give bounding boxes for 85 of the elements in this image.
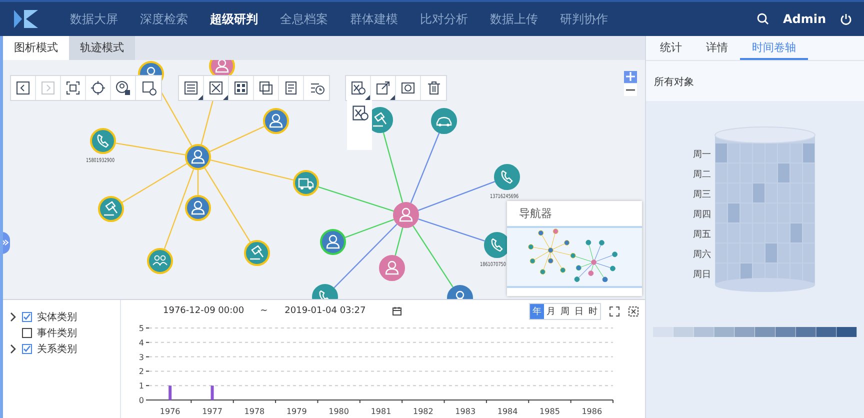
crosshair-icon [90,80,106,96]
export-icon [375,80,391,96]
x-tick-label: 1980 [328,407,349,416]
y-tick-label: 3 [138,352,144,362]
logo-icon [12,8,40,30]
frame-select-icon [65,80,81,96]
day-label: 周日 [693,270,711,280]
day-label: 周三 [693,190,711,200]
bar [210,386,214,400]
filter-label: 事件类别 [37,326,77,340]
x-tick-label: 1982 [413,407,434,416]
end-date[interactable]: 2019-01-04 03:27 [284,306,366,316]
device-add-icon [140,80,156,96]
time-unit-tab[interactable]: 时 [586,304,600,318]
x-tick-label: 1976 [160,407,180,416]
zoom-out-button[interactable] [624,84,637,96]
spreadsheet-icon [350,80,366,96]
start-date[interactable]: 1976-12-09 00:00 [163,306,244,316]
checkbox[interactable] [22,312,32,322]
caret-icon[interactable] [9,344,17,354]
section-title: 所有对象 [653,76,695,90]
y-tick-label: 4 [138,338,144,348]
spreadsheet-icon [350,104,368,122]
document-icon [283,80,299,96]
filter-label: 关系类别 [37,342,77,356]
filter-label: 实体类别 [37,310,77,324]
day-label: 周五 [693,230,711,240]
expand-handle[interactable] [3,232,10,254]
checkbox[interactable] [22,344,32,354]
day-label: 周二 [693,170,711,180]
bar [168,386,172,400]
nav-item[interactable]: 群体建模 [350,10,398,28]
nav-item[interactable]: 数据上传 [490,10,538,28]
x-tick-label: 1977 [202,407,222,416]
chevrons-icon [3,239,8,246]
x-tick-label: 1981 [370,407,392,416]
back-icon [15,80,31,96]
trash-icon [426,80,442,96]
day-label: 周六 [693,250,711,260]
panel-tab[interactable]: 详情 [694,36,740,60]
layers-icon [258,80,274,96]
checkmark-icon [23,344,31,352]
expand-icon [208,80,224,96]
search-icon[interactable] [756,13,769,25]
grid-icon [233,80,249,96]
y-tick-label: 2 [138,367,144,376]
range-separator: ~ [260,306,268,316]
fullscreen-icon[interactable] [609,306,620,316]
edge-line [197,170,199,195]
checkmark-icon [23,312,31,320]
power-icon[interactable] [840,13,852,25]
plus-icon [626,72,635,82]
x-tick-label: 1985 [540,407,560,416]
navigator-title: 导航器 [518,206,553,222]
nav-item[interactable]: 比对分析 [420,10,468,28]
y-tick-label: 1 [138,382,144,391]
list-icon [183,80,199,96]
y-tick-label: 5 [138,324,144,333]
calendar-icon[interactable] [392,306,402,316]
day-label: 周一 [693,150,711,160]
day-label: 周四 [693,210,711,220]
x-tick-label: 1978 [244,407,265,416]
x-tick-label: 1986 [582,407,602,416]
nav-item[interactable]: 全息档案 [280,10,328,28]
minus-icon [626,88,635,92]
mode-tab[interactable]: 轨迹模式 [69,36,135,60]
time-unit-tab[interactable]: 年 [530,304,544,318]
menu-item[interactable] [350,104,368,122]
panel-tab[interactable]: 统计 [648,36,694,60]
x-tick-label: 1983 [455,407,476,416]
checkbox[interactable] [22,328,32,338]
x-tick-label: 1979 [286,407,307,416]
nav-item[interactable]: 研判协作 [560,10,608,28]
user-name[interactable]: Admin [782,12,826,26]
camera-icon [400,80,416,96]
close-icon[interactable] [628,306,639,316]
nav-item[interactable]: 超级研判 [210,10,258,28]
forward-icon [40,80,56,96]
x-tick-label: 1984 [497,407,518,416]
mode-tab[interactable]: 图析模式 [3,36,69,60]
user-badge-icon [115,80,131,96]
y-tick-label: 0 [138,396,144,405]
nav-item[interactable]: 数据大屏 [70,10,118,28]
nav-item[interactable]: 深度检索 [140,10,188,28]
caret-icon[interactable] [9,312,17,322]
